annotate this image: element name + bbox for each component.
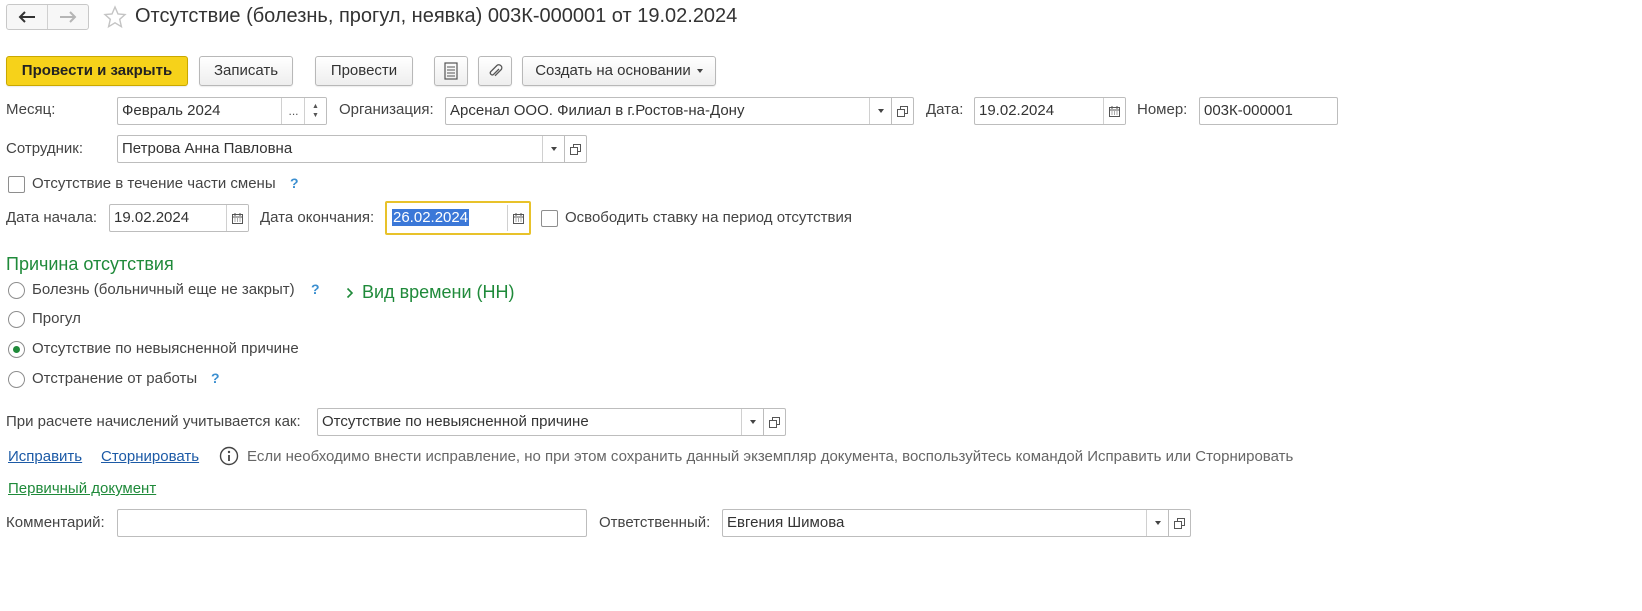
- chevron-down-icon: [1154, 521, 1161, 525]
- month-field[interactable]: Февраль 2024 ... ▲ ▼: [117, 97, 327, 125]
- create-based-on-label: Создать на основании: [535, 62, 691, 79]
- month-stepper[interactable]: ▲ ▼: [304, 98, 326, 124]
- start-date-field[interactable]: 19.02.2024: [109, 204, 249, 232]
- responsible-value: Евгения Шимова: [727, 514, 845, 531]
- partial-shift-checkbox[interactable]: [8, 176, 25, 193]
- page-title: Отсутствие (болезнь, прогул, неявка) 003…: [135, 5, 738, 27]
- month-select-button[interactable]: ...: [281, 98, 305, 124]
- comment-field[interactable]: [117, 509, 587, 537]
- start-date-label: Дата начала:: [6, 209, 98, 226]
- primary-document-link[interactable]: Первичный документ: [8, 480, 156, 497]
- open-window-icon: [570, 143, 581, 155]
- accrual-field[interactable]: Отсутствие по невыясненной причине: [317, 408, 764, 436]
- document-list-icon: [444, 62, 458, 80]
- favorite-star-icon[interactable]: [103, 5, 127, 33]
- reason-option-radio[interactable]: [8, 311, 25, 328]
- organization-field[interactable]: Арсенал ООО. Филиал в г.Ростов-на-Дону: [445, 97, 892, 125]
- forward-button[interactable]: [48, 5, 88, 29]
- accrual-dropdown-button[interactable]: [741, 409, 763, 435]
- date-value: 19.02.2024: [979, 102, 1055, 119]
- time-kind-toggle[interactable]: Вид времени (НН): [346, 282, 515, 303]
- accrual-value: Отсутствие по невыясненной причине: [322, 413, 589, 430]
- time-kind-label: Вид времени (НН): [362, 282, 515, 302]
- responsible-open-button[interactable]: [1169, 509, 1191, 537]
- open-window-icon: [769, 416, 780, 428]
- stepper-down-icon[interactable]: ▼: [312, 111, 319, 120]
- open-window-icon: [897, 105, 908, 117]
- arrow-left-icon: [18, 11, 35, 23]
- organization-open-button[interactable]: [892, 97, 914, 125]
- comment-label: Комментарий:: [6, 514, 105, 531]
- date-calendar-button[interactable]: [1103, 98, 1125, 124]
- calendar-icon: [1109, 105, 1120, 117]
- post-and-close-button[interactable]: Провести и закрыть: [6, 56, 188, 86]
- help-icon[interactable]: ?: [211, 370, 220, 386]
- date-label: Дата:: [926, 101, 964, 118]
- open-window-icon: [1174, 517, 1185, 529]
- end-date-field[interactable]: 26.02.2024: [385, 201, 531, 235]
- employee-value: Петрова Анна Павловна: [122, 140, 293, 157]
- info-text: Если необходимо внести исправление, но п…: [247, 448, 1294, 465]
- arrow-right-icon: [60, 11, 77, 23]
- calendar-icon: [232, 212, 243, 224]
- reason-option-radio-selected[interactable]: [8, 341, 25, 358]
- partial-shift-label[interactable]: Отсутствие в течение части смены: [32, 175, 276, 193]
- back-button[interactable]: [7, 5, 48, 29]
- help-icon[interactable]: ?: [311, 281, 320, 297]
- chevron-down-icon: [749, 420, 756, 424]
- reason-option-radio[interactable]: [8, 371, 25, 388]
- number-value: 003К-000001: [1204, 102, 1293, 119]
- end-date-calendar-button[interactable]: [507, 205, 529, 231]
- accrual-label: При расчете начислений учитывается как:: [6, 413, 301, 430]
- reason-option-label[interactable]: Болезнь (больничный еще не закрыт): [32, 281, 295, 299]
- employee-dropdown-button[interactable]: [542, 136, 564, 162]
- paperclip-icon: [489, 64, 503, 77]
- reverse-link[interactable]: Сторнировать: [101, 448, 199, 465]
- responsible-label: Ответственный:: [599, 514, 711, 531]
- create-based-on-button[interactable]: Создать на основании: [522, 56, 716, 86]
- month-label: Месяц:: [6, 101, 56, 118]
- report-button[interactable]: [434, 56, 468, 86]
- calendar-icon: [513, 212, 524, 224]
- date-field[interactable]: 19.02.2024: [974, 97, 1126, 125]
- number-label: Номер:: [1137, 101, 1188, 118]
- employee-field[interactable]: Петрова Анна Павловна: [117, 135, 565, 163]
- reason-option-label[interactable]: Отстранение от работы: [32, 370, 197, 388]
- employee-label: Сотрудник:: [6, 140, 84, 157]
- start-date-value: 19.02.2024: [114, 209, 190, 226]
- reason-heading: Причина отсутствия: [6, 254, 174, 274]
- attach-button[interactable]: [478, 56, 512, 86]
- chevron-down-icon: [550, 147, 557, 151]
- responsible-field[interactable]: Евгения Шимова: [722, 509, 1169, 537]
- reason-option-label[interactable]: Прогул: [32, 310, 81, 328]
- number-field[interactable]: 003К-000001: [1199, 97, 1338, 125]
- chevron-right-icon: [346, 287, 354, 298]
- reason-option-radio[interactable]: [8, 282, 25, 299]
- organization-label: Организация:: [339, 101, 434, 118]
- free-rate-label[interactable]: Освободить ставку на период отсутствия: [565, 209, 852, 227]
- chevron-down-icon: [877, 109, 884, 113]
- accrual-open-button[interactable]: [764, 408, 786, 436]
- info-icon: [219, 446, 239, 470]
- end-date-label: Дата окончания:: [260, 209, 375, 226]
- employee-open-button[interactable]: [565, 135, 587, 163]
- post-button[interactable]: Провести: [315, 56, 413, 86]
- start-date-calendar-button[interactable]: [226, 205, 248, 231]
- reason-option-label[interactable]: Отсутствие по невыясненной причине: [32, 340, 299, 358]
- organization-value: Арсенал ООО. Филиал в г.Ростов-на-Дону: [450, 102, 745, 119]
- stepper-up-icon[interactable]: ▲: [312, 102, 319, 111]
- month-value: Февраль 2024: [122, 102, 221, 119]
- free-rate-checkbox[interactable]: [541, 210, 558, 227]
- save-button[interactable]: Записать: [199, 56, 293, 86]
- responsible-dropdown-button[interactable]: [1146, 510, 1168, 536]
- help-icon[interactable]: ?: [290, 175, 299, 191]
- fix-link[interactable]: Исправить: [8, 448, 82, 465]
- end-date-value: 26.02.2024: [392, 209, 470, 226]
- organization-dropdown-button[interactable]: [869, 98, 891, 124]
- chevron-down-icon: [696, 69, 703, 73]
